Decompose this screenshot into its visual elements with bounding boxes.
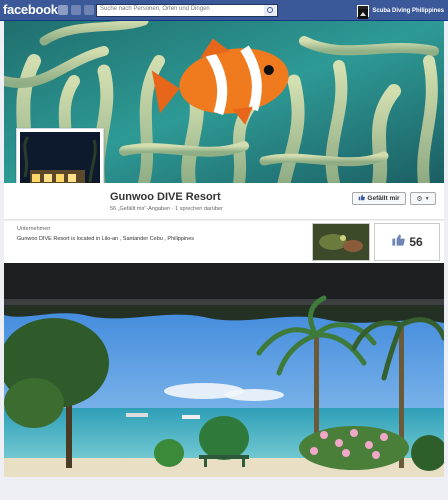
beach-resort-view-image — [4, 263, 444, 477]
page-switcher[interactable]: Scuba Diving Philippines — [357, 3, 444, 19]
gear-icon: ⚙ — [416, 195, 423, 203]
page-switcher-label: Scuba Diving Philippines — [372, 7, 444, 14]
page-title[interactable]: Gunwoo DIVE Resort — [110, 191, 221, 203]
likes-app-box[interactable]: 56 — [374, 223, 440, 261]
page-options-button[interactable]: ⚙ ▼ — [410, 192, 436, 205]
notifications-icon[interactable] — [84, 5, 94, 15]
chevron-down-icon: ▼ — [424, 195, 430, 202]
page-description: Gunwoo DIVE Resort is located in Lilo-an… — [17, 236, 195, 242]
thumbs-up-icon — [358, 194, 366, 203]
search-icon[interactable] — [264, 5, 276, 16]
page-info-section: Unternehmen Gunwoo DIVE Resort is locate… — [4, 221, 444, 263]
notification-jewels — [58, 5, 94, 15]
top-navigation-bar: facebook Suche nach Personen, Orten und … — [0, 0, 448, 21]
like-button-label: Gefällt mir — [367, 195, 400, 202]
dive-photo-thumbnail — [313, 224, 369, 260]
timeline-photo[interactable] — [4, 263, 444, 477]
search-placeholder: Suche nach Personen, Orten und Dingen — [100, 6, 210, 12]
likes-count: 56 — [409, 235, 423, 249]
messages-icon[interactable] — [71, 5, 81, 15]
page-avatar — [357, 4, 370, 19]
search-input[interactable]: Suche nach Personen, Orten und Dingen — [96, 4, 278, 17]
page-category[interactable]: Unternehmen — [17, 226, 50, 232]
friend-requests-icon[interactable] — [58, 5, 68, 15]
page-identity-bar: Gunwoo DIVE Resort 56 „Gefällt mir“-Anga… — [4, 183, 444, 220]
page-stats: 56 „Gefällt mir“-Angaben · 1 sprechen da… — [110, 206, 223, 212]
facebook-page: facebook Suche nach Personen, Orten und … — [0, 0, 448, 500]
photos-app-thumbnail[interactable] — [312, 223, 370, 261]
like-button[interactable]: Gefällt mir — [352, 192, 406, 205]
thumbs-up-icon — [391, 233, 406, 252]
facebook-logo[interactable]: facebook — [3, 2, 58, 17]
